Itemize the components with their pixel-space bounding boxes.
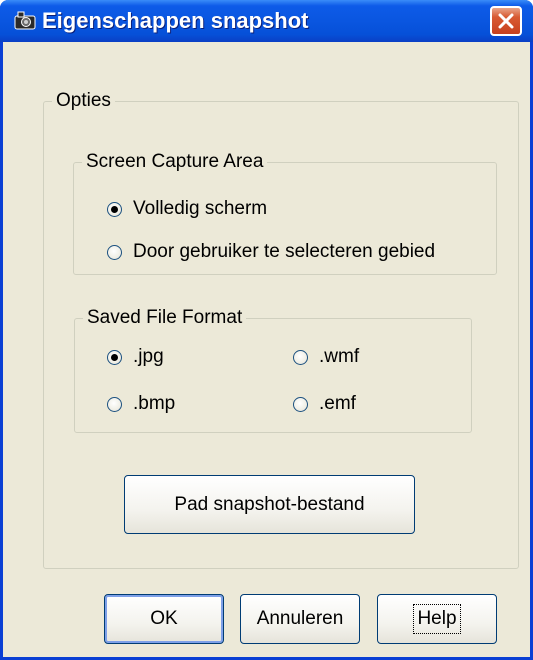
properties-dialog: Eigenschappen snapshot Opties Screen Cap… <box>0 0 533 660</box>
file-format-group: Saved File Format .jpg .wmf .bmp .emf <box>74 307 472 433</box>
radio-user-region-button[interactable] <box>107 244 122 260</box>
window-title: Eigenschappen snapshot <box>42 8 309 33</box>
capture-area-group: Screen Capture Area Volledig scherm Door… <box>73 151 497 275</box>
help-button-label: Help <box>413 604 461 634</box>
radio-wmf-button[interactable] <box>293 349 308 365</box>
radio-wmf[interactable]: .wmf <box>293 346 359 368</box>
options-group: Opties Screen Capture Area Volledig sche… <box>43 90 519 569</box>
radio-wmf-label: .wmf <box>319 346 360 367</box>
radio-emf-button[interactable] <box>293 396 308 412</box>
title-bar[interactable]: Eigenschappen snapshot <box>0 0 533 42</box>
radio-bmp[interactable]: .bmp <box>107 393 175 415</box>
radio-jpg[interactable]: .jpg <box>107 346 164 368</box>
cancel-button-label: Annuleren <box>256 608 344 629</box>
ok-button-label: OK <box>150 608 178 629</box>
radio-bmp-button[interactable] <box>107 396 122 412</box>
radio-emf[interactable]: .emf <box>293 393 356 415</box>
radio-jpg-button[interactable] <box>107 349 122 365</box>
radio-user-region-label: Door gebruiker te selecteren gebied <box>133 241 436 262</box>
radio-emf-label: .emf <box>319 393 356 414</box>
options-group-label: Opties <box>52 90 115 112</box>
file-format-group-label: Saved File Format <box>83 307 247 329</box>
radio-full-screen[interactable]: Volledig scherm <box>107 198 267 220</box>
snapshot-path-button-label: Pad snapshot-bestand <box>174 493 365 515</box>
radio-jpg-label: .jpg <box>133 346 164 367</box>
radio-bmp-label: .bmp <box>133 393 176 414</box>
cancel-button[interactable]: Annuleren <box>240 594 360 644</box>
close-icon <box>498 13 514 29</box>
help-button[interactable]: Help <box>377 594 497 644</box>
close-button[interactable] <box>490 6 522 36</box>
radio-user-region[interactable]: Door gebruiker te selecteren gebied <box>107 241 435 263</box>
snapshot-path-button[interactable]: Pad snapshot-bestand <box>124 475 415 534</box>
radio-full-screen-button[interactable] <box>107 201 122 217</box>
ok-button[interactable]: OK <box>104 594 224 644</box>
capture-area-group-label: Screen Capture Area <box>82 151 268 173</box>
radio-full-screen-label: Volledig scherm <box>133 198 268 219</box>
camera-icon <box>14 10 36 30</box>
